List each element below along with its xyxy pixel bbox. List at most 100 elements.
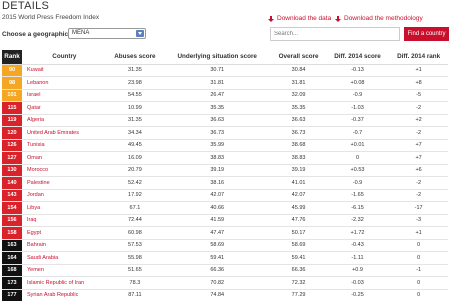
country-cell[interactable]: Jordan [22, 189, 107, 202]
country-cell[interactable]: Egypt [22, 226, 107, 240]
country-cell[interactable]: Morocco [22, 164, 107, 177]
table-header-row: Rank Country Abuses score Underlying sit… [2, 50, 448, 65]
table-row[interactable]: 130 Morocco 20.79 39.19 39.19 +0.53 +6 [2, 164, 448, 177]
country-cell[interactable]: Islamic Republic of Iran [22, 276, 107, 290]
column-header-country[interactable]: Country [22, 50, 107, 65]
overall-score-cell: 50.17 [271, 226, 326, 240]
abuses-score-cell: 31.35 [106, 114, 164, 127]
overall-score-cell: 41.01 [271, 176, 326, 190]
table-row[interactable]: 163 Bahrain 57.53 58.69 58.69 -0.43 0 [2, 239, 448, 252]
diff-rank-cell: -17 [389, 201, 448, 215]
diff-score-cell: +1.72 [325, 226, 390, 240]
table-row[interactable]: 127 Oman 16.09 38.83 38.83 0 +7 [2, 151, 448, 165]
table-row[interactable]: 115 Qatar 10.99 35.35 35.35 -1.03 -2 [2, 101, 448, 115]
column-header-diff-rank[interactable]: Diff. 2014 rank [389, 50, 448, 65]
abuses-score-cell: 20.79 [106, 164, 164, 177]
download-icon [268, 15, 274, 22]
country-cell[interactable]: Algeria [22, 114, 107, 127]
download-data-label: Download the data [277, 15, 332, 22]
rank-cell: 154 [2, 201, 22, 215]
table-row[interactable]: 101 Israel 54.55 26.47 32.09 -0.9 -5 [2, 89, 448, 102]
overall-score-cell: 72.32 [271, 276, 326, 290]
table-row[interactable]: 177 Syrian Arab Republic 87.11 74.84 77.29 -0… [2, 289, 448, 301]
table-row[interactable]: 154 Libya 67.1 40.66 45.99 -6.15 -17 [2, 201, 448, 215]
table-row[interactable]: 119 Algeria 31.35 36.63 36.63 -0.37 +2 [2, 114, 448, 127]
table-row[interactable]: 143 Jordan 17.92 42.07 42.07 -1.65 -2 [2, 189, 448, 202]
table-row[interactable]: 156 Iraq 72.44 41.59 47.76 -2.32 -3 [2, 214, 448, 227]
country-cell[interactable]: Syrian Arab Republic [22, 289, 107, 301]
rank-cell: 168 [2, 264, 22, 277]
diff-rank-cell: 0 [389, 251, 448, 265]
diff-rank-cell: +7 [389, 151, 448, 165]
table-row[interactable]: 120 United Arab Emirates 34.34 36.73 36.73 -0… [2, 126, 448, 140]
diff-rank-cell: +2 [389, 114, 448, 127]
country-cell[interactable]: Libya [22, 201, 107, 215]
overall-score-cell: 36.63 [271, 114, 326, 127]
diff-rank-cell: -3 [389, 214, 448, 227]
table-row[interactable]: 140 Palestine 52.42 38.16 41.01 -0.9 -2 [2, 176, 448, 190]
rank-cell: 130 [2, 164, 22, 177]
country-cell[interactable]: Kuwait [22, 64, 107, 77]
diff-rank-cell: -2 [389, 176, 448, 190]
abuses-score-cell: 16.09 [106, 151, 164, 165]
rank-cell: 140 [2, 176, 22, 190]
column-header-rank[interactable]: Rank [2, 50, 22, 65]
column-header-underlying[interactable]: Underlying situation score [163, 50, 272, 65]
underlying-score-cell: 41.59 [163, 214, 272, 227]
diff-score-cell: -0.9 [325, 89, 390, 102]
table-row[interactable]: 164 Saudi Arabia 55.98 59.41 59.41 -1.11 0 [2, 251, 448, 265]
country-cell[interactable]: Bahrain [22, 239, 107, 252]
country-cell[interactable]: Palestine [22, 176, 107, 190]
table-row[interactable]: 126 Tunisia 49.45 35.99 38.68 +0.01 +7 [2, 139, 448, 152]
table-row[interactable]: 173 Islamic Republic of Iran 78.3 70.82 72.3… [2, 276, 448, 290]
country-cell[interactable]: Saudi Arabia [22, 251, 107, 265]
rank-cell: 163 [2, 239, 22, 252]
find-country-button[interactable]: Find a country [404, 27, 449, 41]
download-data-link[interactable]: Download the data [268, 15, 331, 22]
column-header-diff-score[interactable]: Diff. 2014 score [325, 50, 390, 65]
underlying-score-cell: 70.82 [163, 276, 272, 290]
overall-score-cell: 42.07 [271, 189, 326, 202]
country-cell[interactable]: Yemen [22, 264, 107, 277]
country-cell[interactable]: Tunisia [22, 139, 107, 152]
underlying-score-cell: 35.35 [163, 101, 272, 115]
overall-score-cell: 39.19 [271, 164, 326, 177]
rank-cell: 126 [2, 139, 22, 152]
download-methodology-link[interactable]: Download the methodology [335, 15, 423, 22]
diff-score-cell: -0.13 [325, 64, 390, 77]
diff-score-cell: -6.15 [325, 201, 390, 215]
rank-cell: 158 [2, 226, 22, 240]
country-cell[interactable]: Israel [22, 89, 107, 102]
table-row[interactable]: 168 Yemen 51.65 66.36 66.36 +0.9 -1 [2, 264, 448, 277]
rank-cell: 119 [2, 114, 22, 127]
underlying-score-cell: 66.36 [163, 264, 272, 277]
download-icon [335, 15, 341, 22]
diff-score-cell: -0.43 [325, 239, 390, 252]
diff-rank-cell: +7 [389, 139, 448, 152]
column-header-abuses[interactable]: Abuses score [106, 50, 164, 65]
country-cell[interactable]: Lebanon [22, 76, 107, 90]
country-cell[interactable]: Oman [22, 151, 107, 165]
diff-score-cell: -1.65 [325, 189, 390, 202]
column-header-overall[interactable]: Overall score [271, 50, 326, 65]
underlying-score-cell: 36.63 [163, 114, 272, 127]
underlying-score-cell: 30.71 [163, 64, 272, 77]
search-input[interactable] [270, 27, 400, 41]
abuses-score-cell: 52.42 [106, 176, 164, 190]
abuses-score-cell: 23.98 [106, 76, 164, 90]
country-cell[interactable]: Iraq [22, 214, 107, 227]
country-cell[interactable]: Qatar [22, 101, 107, 115]
country-cell[interactable]: United Arab Emirates [22, 126, 107, 140]
abuses-score-cell: 87.11 [106, 289, 164, 301]
table-row[interactable]: 90 Kuwait 31.35 30.71 30.84 -0.13 +1 [2, 64, 448, 77]
table-row[interactable]: 158 Egypt 60.98 47.47 50.17 +1.72 +1 [2, 226, 448, 240]
diff-score-cell: +0.01 [325, 139, 390, 152]
underlying-score-cell: 38.16 [163, 176, 272, 190]
diff-score-cell: +0.9 [325, 264, 390, 277]
diff-rank-cell: -2 [389, 101, 448, 115]
geo-area-select[interactable]: MENA [68, 28, 146, 39]
table-row[interactable]: 98 Lebanon 23.98 31.81 31.81 +0.08 +8 [2, 76, 448, 90]
underlying-score-cell: 47.47 [163, 226, 272, 240]
diff-rank-cell: 0 [389, 289, 448, 301]
overall-score-cell: 31.81 [271, 76, 326, 90]
